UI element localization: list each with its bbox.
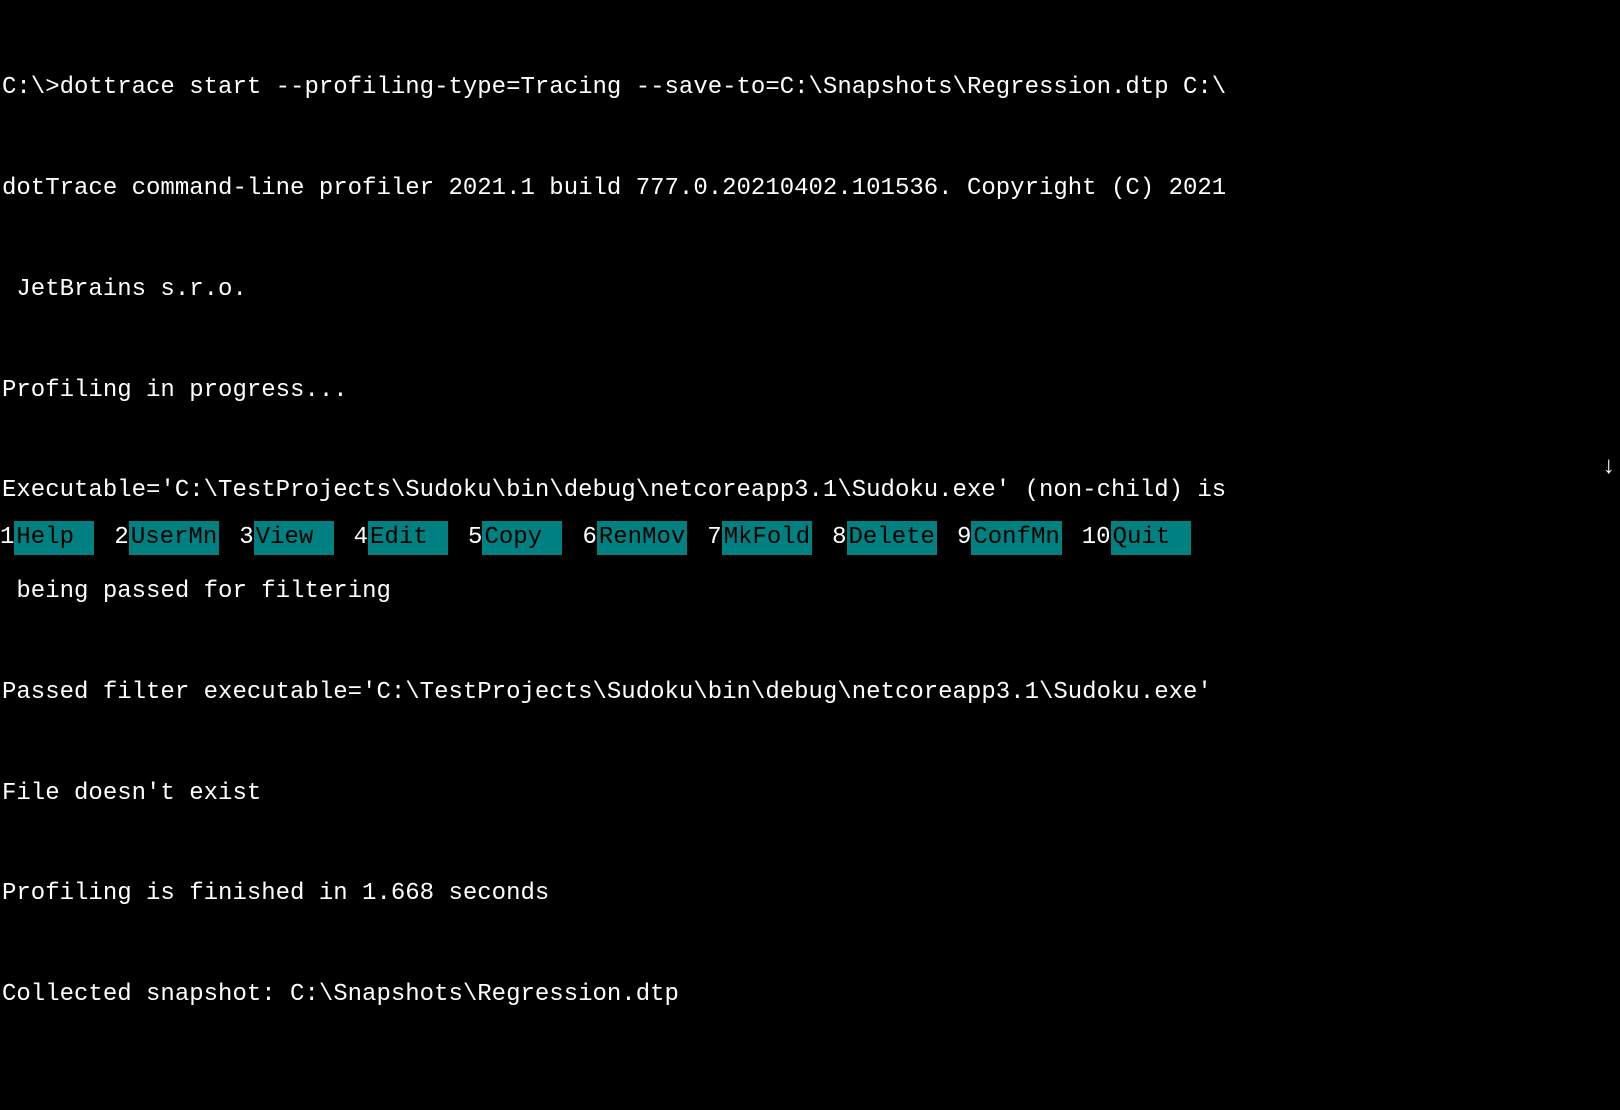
fn-number: 9 [957,521,971,555]
fn-key-8[interactable]: 8Delete [832,521,937,555]
fn-number: 8 [832,521,846,555]
terminal-line: JetBrains s.r.o. [2,273,1618,307]
terminal-line: C:\>dottrace start --profiling-type=Trac… [2,71,1618,105]
fn-number: 7 [707,521,721,555]
fn-key-6[interactable]: 6RenMov [582,521,687,555]
fn-label: ConfMn [971,521,1061,555]
fn-key-1[interactable]: 1Help [0,521,94,555]
terminal-line: Profiling in progress... [2,374,1618,408]
fn-label: Copy [482,521,562,555]
fn-key-10[interactable]: 10Quit [1082,521,1191,555]
function-key-bar: 1Help 2UserMn 3View 4Edit 5Copy 6RenMov … [0,521,1620,555]
fn-key-9[interactable]: 9ConfMn [957,521,1062,555]
terminal-output[interactable]: C:\>dottrace start --profiling-type=Trac… [0,0,1620,1110]
terminal-line: File doesn't exist [2,777,1618,811]
scroll-down-icon: ↓ [1602,451,1616,485]
fn-key-7[interactable]: 7MkFold [707,521,812,555]
fn-key-4[interactable]: 4Edit [354,521,448,555]
fn-number: 5 [468,521,482,555]
fn-number: 2 [114,521,128,555]
fn-number: 1 [0,521,14,555]
fn-label: MkFold [722,521,812,555]
fn-number: 4 [354,521,368,555]
fn-label: View [254,521,334,555]
fn-label: Help [14,521,94,555]
fn-key-2[interactable]: 2UserMn [114,521,219,555]
fn-number: 10 [1082,521,1111,555]
fn-number: 6 [582,521,596,555]
fn-key-5[interactable]: 5Copy [468,521,562,555]
fn-label: RenMov [597,521,687,555]
terminal-line: Profiling is finished in 1.668 seconds [2,877,1618,911]
terminal-line: being passed for filtering [2,575,1618,609]
fn-label: Edit [368,521,448,555]
fn-number: 3 [239,521,253,555]
fn-label: Quit [1111,521,1191,555]
fn-key-3[interactable]: 3View [239,521,333,555]
terminal-line: Passed filter executable='C:\TestProject… [2,676,1618,710]
terminal-line: dotTrace command-line profiler 2021.1 bu… [2,172,1618,206]
fn-label: Delete [847,521,937,555]
terminal-line: Collected snapshot: C:\Snapshots\Regress… [2,978,1618,1012]
fn-label: UserMn [129,521,219,555]
terminal-line: Executable='C:\TestProjects\Sudoku\bin\d… [2,474,1618,508]
